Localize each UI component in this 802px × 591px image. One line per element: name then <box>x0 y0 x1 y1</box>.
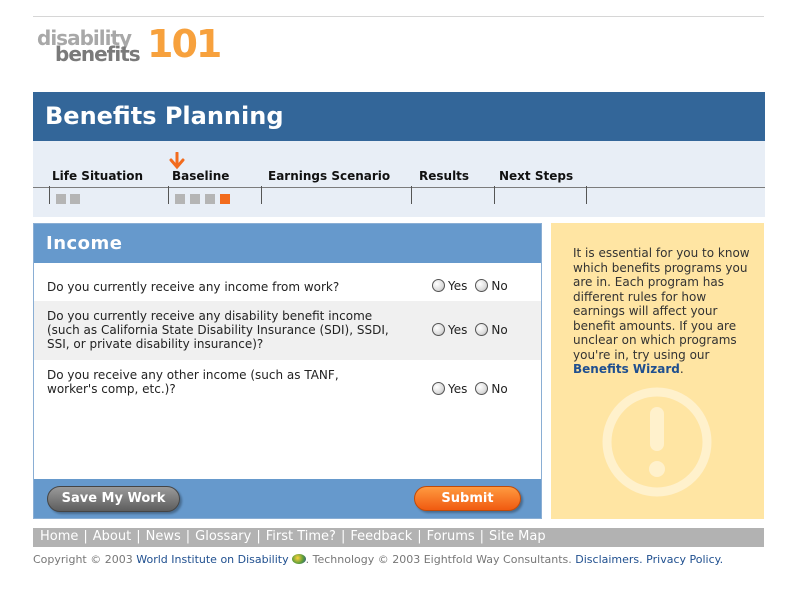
title-bar: Benefits Planning <box>33 92 765 141</box>
copyright-text: Copyright © 2003 <box>33 553 133 566</box>
no-label: No <box>491 323 508 337</box>
no-label: No <box>491 382 508 396</box>
income-footer: Save My Work Submit <box>34 479 541 518</box>
substep-square-done <box>190 194 200 204</box>
radio-yes[interactable] <box>432 323 445 336</box>
current-step-arrow-icon <box>169 152 185 170</box>
no-option[interactable]: No <box>475 279 508 293</box>
nav-separator: | <box>417 529 422 544</box>
footer: Copyright © 2003 World Institute on Disa… <box>33 553 723 566</box>
radio-no[interactable] <box>475 279 489 292</box>
substep-square-done <box>56 194 66 204</box>
yes-option[interactable]: Yes <box>432 279 467 293</box>
tip-body: It is essential for you to know which be… <box>573 246 750 362</box>
logo-word-benefits: benefits <box>55 42 141 66</box>
step-divider <box>49 186 50 204</box>
no-label: No <box>491 279 508 293</box>
substep-square-done <box>175 194 185 204</box>
privacy-policy-link[interactable]: Privacy Policy <box>646 553 719 566</box>
save-my-work-button[interactable]: Save My Work <box>47 486 180 512</box>
page-title: Benefits Planning <box>45 102 284 130</box>
question-text: Do you currently receive any income from… <box>47 280 340 294</box>
steps-baseline-rule <box>33 187 765 188</box>
nav-glossary[interactable]: Glossary <box>195 529 251 544</box>
tip-text: It is essential for you to know which be… <box>573 246 758 377</box>
nav-forums[interactable]: Forums <box>427 529 475 544</box>
punct: . <box>639 553 643 566</box>
benefits-wizard-link[interactable]: Benefits Wizard <box>573 362 680 376</box>
top-divider <box>33 16 764 17</box>
logo-number: 101 <box>147 22 222 66</box>
step-life-situation[interactable]: Life Situation <box>52 169 143 183</box>
nav-separator: | <box>136 529 141 544</box>
step-next-steps: Next Steps <box>499 169 574 183</box>
step-results: Results <box>419 169 470 183</box>
question-text: Do you receive any other income (such as… <box>47 368 339 396</box>
info-tip-panel: It is essential for you to know which be… <box>551 223 764 519</box>
radio-group: Yes No <box>432 323 516 337</box>
radio-yes[interactable] <box>432 279 445 292</box>
step-divider <box>494 186 495 204</box>
globe-logo-icon <box>291 554 306 564</box>
question-row-other-income: Do you receive any other income (such as… <box>34 360 541 410</box>
progress-steps: Life Situation Baseline Earnings Scenari… <box>33 141 765 217</box>
yes-option[interactable]: Yes <box>432 323 467 337</box>
disclaimers-link[interactable]: Disclaimers <box>575 553 639 566</box>
nav-separator: | <box>340 529 346 544</box>
no-option[interactable]: No <box>475 382 508 396</box>
step-divider <box>261 186 262 204</box>
nav-first-time[interactable]: First Time? <box>266 529 336 544</box>
income-panel: Income Do you currently receive any inco… <box>33 223 542 519</box>
step-divider <box>586 186 587 204</box>
income-header: Income <box>34 224 541 263</box>
nav-about[interactable]: About <box>93 529 131 544</box>
radio-group: Yes No <box>432 382 516 396</box>
yes-label: Yes <box>448 382 468 396</box>
question-row-work-income: Do you currently receive any income from… <box>34 263 541 301</box>
yes-label: Yes <box>448 323 468 337</box>
radio-no[interactable] <box>475 382 489 395</box>
step-divider <box>168 186 169 204</box>
nav-separator: | <box>479 529 485 544</box>
yes-option[interactable]: Yes <box>432 382 467 396</box>
nav-separator: | <box>256 529 261 544</box>
nav-news[interactable]: News <box>146 529 181 544</box>
substep-square-done <box>205 194 215 204</box>
wid-link[interactable]: World Institute on Disability <box>136 553 288 566</box>
nav-separator: | <box>83 529 88 544</box>
income-heading: Income <box>46 233 123 254</box>
technology-text: . Technology © 2003 Eightfold Way Consul… <box>305 553 572 566</box>
nav-feedback[interactable]: Feedback <box>350 529 412 544</box>
exclamation-icon <box>602 387 712 497</box>
nav-site-map[interactable]: Site Map <box>489 529 546 544</box>
no-option[interactable]: No <box>475 323 508 337</box>
yes-label: Yes <box>448 279 468 293</box>
tip-end: . <box>679 362 684 376</box>
nav-home[interactable]: Home <box>40 529 78 544</box>
radio-yes[interactable] <box>432 382 445 395</box>
step-earnings-scenario: Earnings Scenario <box>268 169 391 183</box>
punct: . <box>719 553 724 566</box>
substep-square-current <box>220 194 230 204</box>
radio-no[interactable] <box>475 323 489 336</box>
bottom-nav: Home | About | News | Glossary | First Time? | Fee… <box>33 528 764 547</box>
substep-square-done <box>70 194 80 204</box>
radio-group: Yes No <box>432 279 516 293</box>
submit-button[interactable]: Submit <box>414 486 521 511</box>
question-text: Do you currently receive any disability … <box>47 309 389 351</box>
question-row-disability-income: Do you currently receive any disability … <box>34 301 541 360</box>
step-divider <box>411 186 412 204</box>
nav-separator: | <box>185 529 191 544</box>
step-baseline[interactable]: Baseline <box>172 169 229 183</box>
site-logo[interactable]: disability benefits 101 <box>37 24 222 68</box>
